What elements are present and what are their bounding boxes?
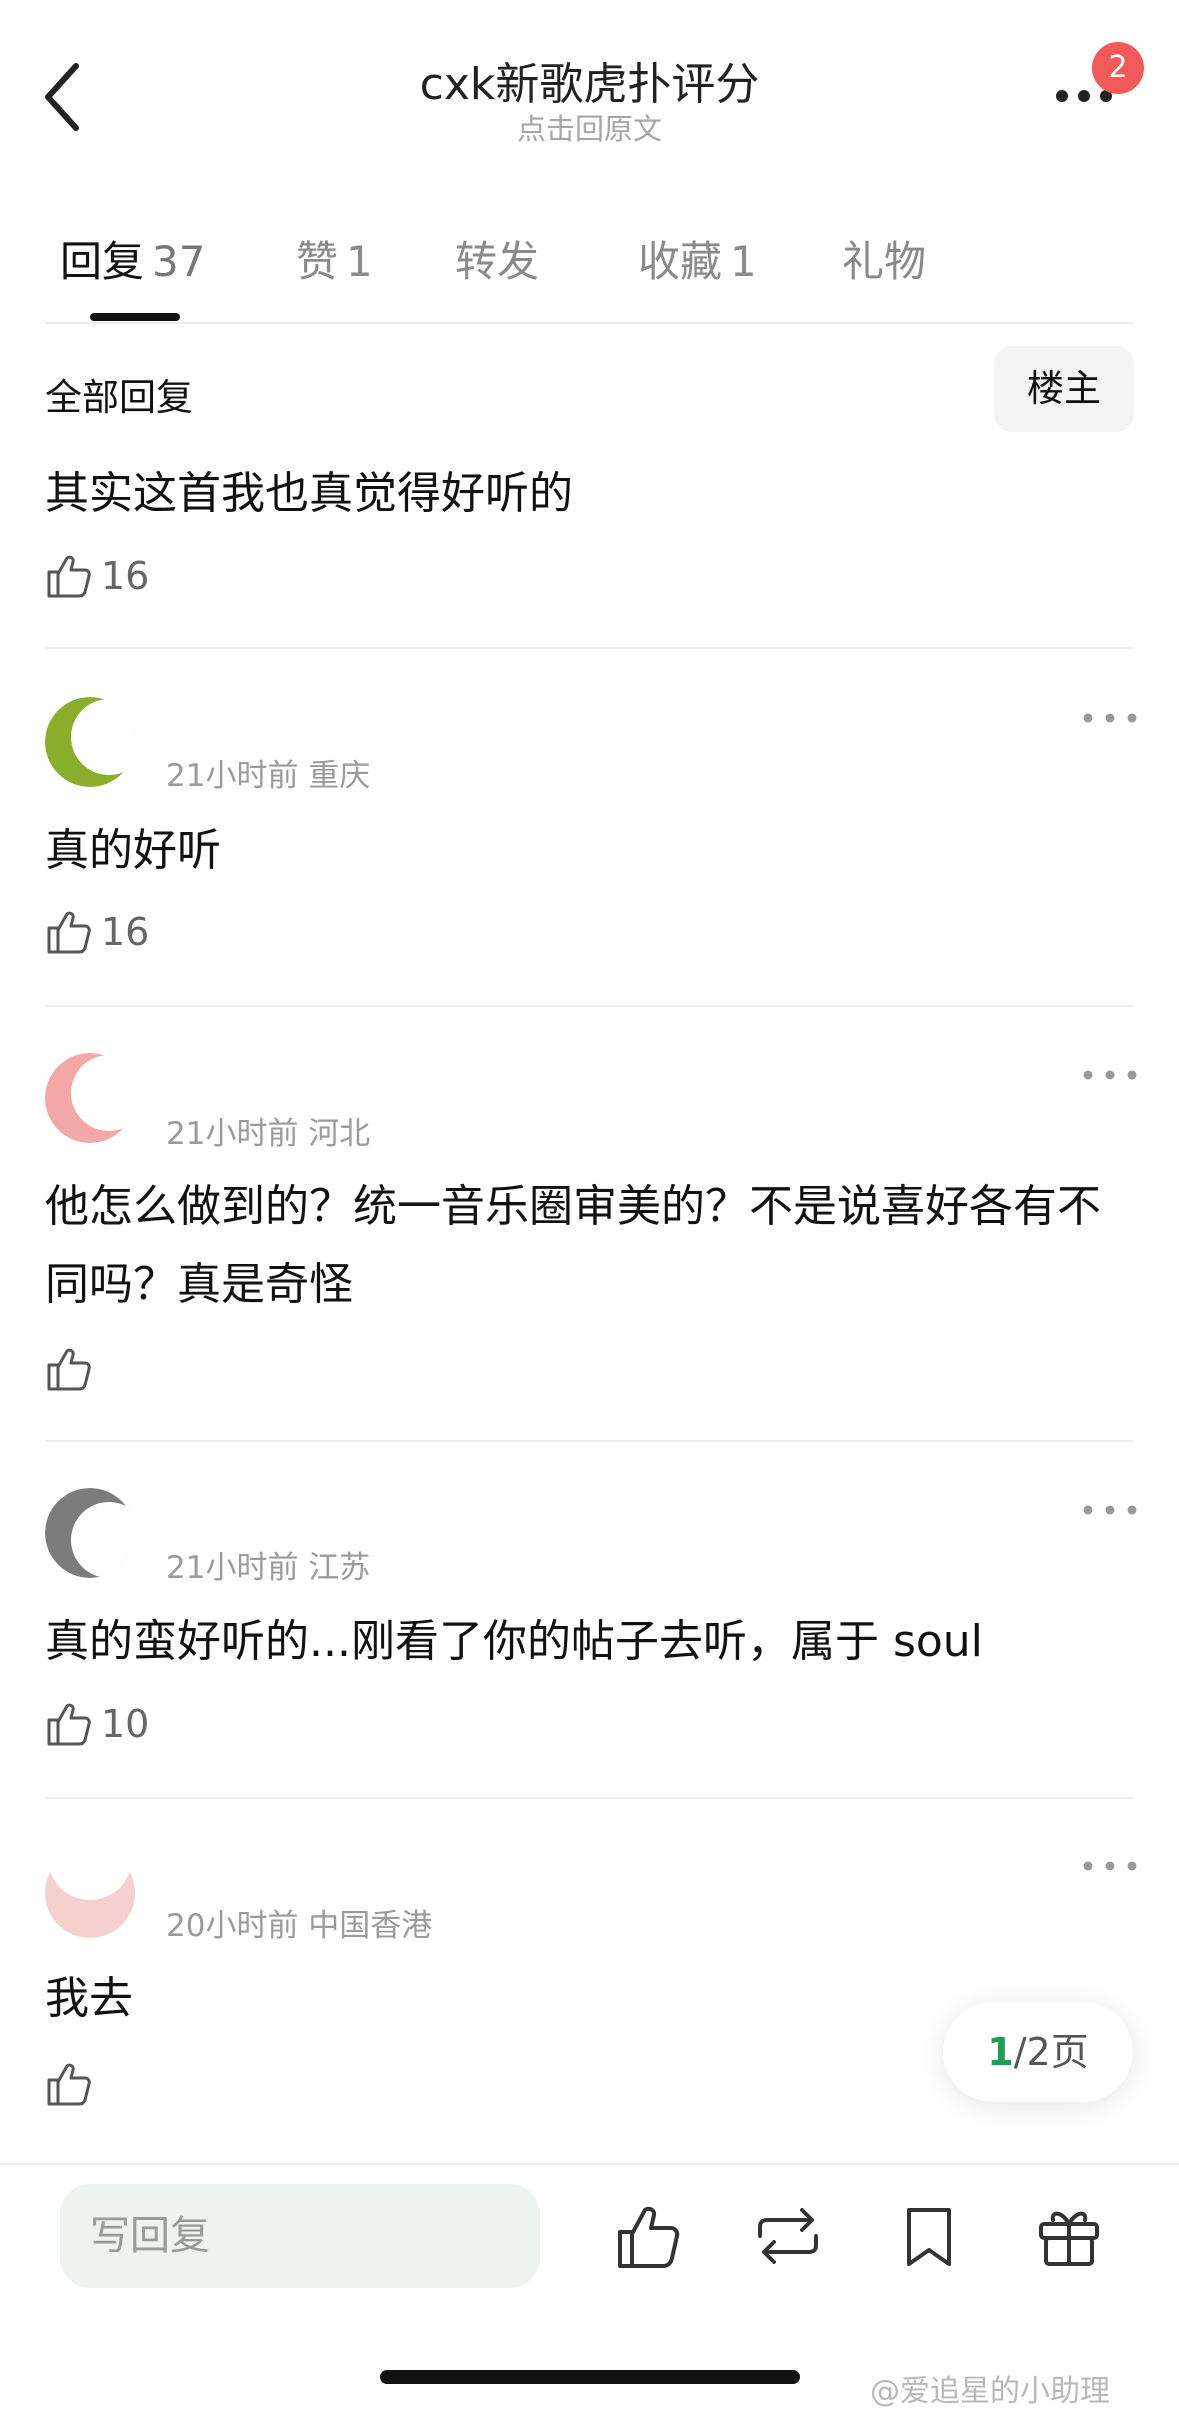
tab-count: 1 [346,237,373,286]
divider [45,1797,1133,1799]
tab-count: 1 [730,237,757,286]
notification-badge: 2 [1092,42,1144,94]
like-button[interactable]: 16 [45,908,149,962]
avatar[interactable] [45,697,135,787]
reply-meta: 20小时前 中国香港 [166,1908,433,1944]
home-indicator[interactable] [380,2370,800,2384]
reply-meta: 21小时前 江苏 [166,1550,371,1586]
divider [45,1440,1133,1442]
like-count: 10 [101,1702,150,1746]
like-count: 16 [101,910,150,954]
like-count: 16 [101,554,150,598]
reply-text: 真的好听 [45,825,221,876]
owner-only-button[interactable]: 楼主 [994,346,1134,432]
repost-icon[interactable] [752,2200,824,2272]
like-button[interactable]: 10 [45,1700,149,1754]
more-options-icon[interactable] [1080,1500,1140,1520]
thumbs-up-icon [47,1703,91,1746]
reply-text: 其实这首我也真觉得好听的 [45,468,573,519]
more-options-icon[interactable] [1080,1856,1140,1876]
like-button[interactable] [45,1345,101,1399]
avatar[interactable] [45,1848,135,1938]
page-indicator[interactable]: 1/2页 [943,2002,1133,2102]
tab-label: 转发 [455,237,540,286]
avatar[interactable] [45,1053,135,1143]
reply-text: 真的蛮好听的...刚看了你的帖子去听，属于 soul [45,1616,983,1667]
watermark: @爱追星的小助理 [870,2374,1110,2409]
thumbs-up-icon [47,555,91,598]
tab-label: 礼物 [842,237,927,286]
reply-input[interactable]: 写回复 [60,2184,540,2288]
tab-label: 回复 [60,237,145,286]
reply-meta: 21小时前 重庆 [166,758,371,794]
like-button[interactable] [45,2060,101,2114]
bottom-bar-divider [0,2163,1179,2165]
reply-text: 他怎么做到的？统一音乐圈审美的？不是说喜好各有不同吗？真是奇怪 [45,1181,1101,1310]
active-tab-indicator [90,313,180,321]
all-replies-label[interactable]: 全部回复 [45,367,193,421]
tab-label: 赞 [296,237,339,286]
more-options-icon[interactable] [1080,1065,1140,1085]
back-to-original-link[interactable]: 点击回原文 [0,106,1179,148]
page-title: cxk新歌虎扑评分 [419,59,760,110]
total-pages: /2页 [1013,2030,1089,2074]
divider [45,647,1133,649]
reply-text: 我去 [45,1973,133,2024]
gift-icon[interactable] [1033,2200,1105,2272]
bookmark-icon[interactable] [893,2200,965,2272]
thumbs-up-icon [47,1348,91,1391]
tab-gifts[interactable]: 礼物 [842,228,926,289]
tab-replies[interactable]: 回复 37 [60,228,205,289]
reply-meta: 21小时前 河北 [166,1116,371,1152]
tab-count: 37 [152,237,206,286]
current-page: 1 [987,2030,1014,2074]
tab-favorites[interactable]: 收藏 1 [638,228,757,289]
tab-likes[interactable]: 赞1 [296,228,373,289]
tab-label: 收藏 [638,237,723,286]
tab-repost[interactable]: 转发 [455,228,539,289]
thumbs-up-icon [47,2063,91,2106]
like-button[interactable]: 16 [45,552,149,606]
more-options-icon[interactable] [1080,708,1140,728]
avatar[interactable] [45,1488,135,1578]
divider [45,1005,1133,1007]
like-icon[interactable] [612,2200,684,2272]
divider [45,322,1133,324]
thumbs-up-icon [47,911,91,954]
